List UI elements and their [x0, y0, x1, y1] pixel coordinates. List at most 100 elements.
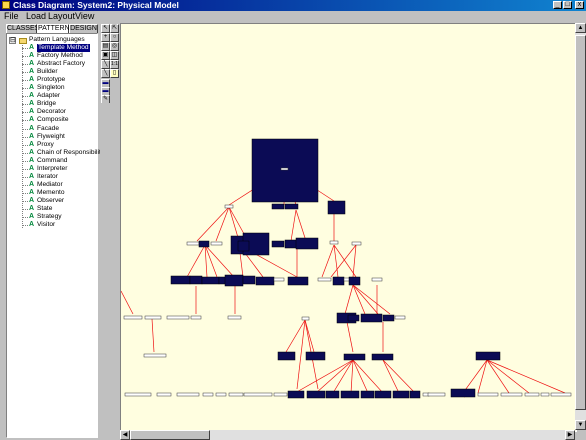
select-icon[interactable]: ⇱	[110, 24, 119, 33]
tab-design[interactable]: DESIGN	[69, 24, 98, 33]
class-node	[273, 277, 285, 282]
horizontal-scroll-thumb[interactable]	[130, 430, 210, 440]
tree-item-label: Builder	[37, 68, 58, 76]
tree-item-label: Visitor	[37, 221, 56, 229]
tab-classes[interactable]: CLASSES	[6, 24, 39, 33]
class-node	[287, 276, 309, 286]
package-icon[interactable]: ◫	[110, 51, 119, 60]
pattern-icon: A	[29, 68, 35, 76]
line-icon[interactable]: ╲	[101, 60, 110, 69]
tree-item-label: Abstract Factory	[37, 60, 86, 68]
class-node	[475, 351, 501, 361]
edge	[486, 359, 566, 394]
edge	[382, 359, 400, 394]
tree-item-label: Proxy	[37, 140, 54, 148]
edge	[315, 359, 354, 394]
class-node	[550, 392, 572, 397]
fit-icon[interactable]: ▤	[101, 42, 110, 51]
window-title: Class Diagram: System2: Physical Model	[13, 0, 179, 10]
class-node	[190, 315, 202, 320]
title-bar: Class Diagram: System2: Physical Model _…	[0, 0, 586, 11]
class-icon[interactable]: ▣	[101, 51, 110, 60]
tree-item-label: Interpreter	[37, 164, 68, 172]
scroll-down-icon[interactable]: ▼	[575, 420, 586, 430]
minimize-button[interactable]: _	[553, 1, 562, 9]
zoom-in-icon[interactable]: +	[101, 33, 110, 42]
class-node	[305, 351, 326, 361]
tree-guide-line	[22, 168, 28, 170]
pattern-icon: A	[29, 100, 35, 108]
maximize-button[interactable]: □	[563, 1, 572, 9]
class-node	[224, 204, 234, 209]
tree-guide-line	[22, 152, 28, 154]
class-node	[427, 392, 446, 397]
diagram-nodes[interactable]	[123, 138, 501, 399]
class-node	[329, 240, 339, 245]
class-node	[156, 392, 172, 397]
pattern-tree[interactable]: ⊟ Pattern Languages A Template Method A Fac…	[6, 33, 104, 438]
menu-load[interactable]: Load	[26, 11, 46, 22]
tree-guide-line	[22, 88, 28, 90]
tree-item-label: Bridge	[37, 100, 57, 108]
horizontal-scrollbar[interactable]: ◀ ▶	[120, 430, 575, 440]
vertical-scrollbar[interactable]: ▲ ▼	[575, 23, 586, 430]
edge	[486, 359, 530, 394]
pattern-icon: A	[29, 172, 35, 180]
zoom-reset-icon[interactable]: ◎	[110, 42, 119, 51]
tree-guide-line	[22, 176, 28, 178]
edge	[290, 209, 297, 242]
edge	[296, 319, 306, 390]
note-icon[interactable]: ▯	[110, 69, 119, 78]
tree-item-label: Command	[37, 156, 68, 164]
pattern-icon: A	[29, 221, 35, 229]
tree-item-label: Adapter	[37, 92, 61, 100]
edge	[295, 209, 307, 242]
scroll-left-icon[interactable]: ◀	[120, 430, 130, 440]
tab-pattern[interactable]: PATTERN	[37, 24, 70, 33]
line-icon[interactable]: ╲	[101, 69, 110, 78]
edge	[346, 321, 354, 353]
tree-guide-line	[22, 48, 28, 49]
app-icon	[2, 1, 10, 9]
vertical-scroll-thumb[interactable]	[575, 35, 586, 410]
tree-guide-line	[22, 184, 28, 186]
pattern-icon: A	[29, 92, 35, 100]
tree-item-label: Strategy	[37, 213, 62, 221]
class-node	[189, 275, 203, 285]
pattern-icon: A	[29, 156, 35, 164]
edge	[352, 359, 369, 394]
class-node	[277, 351, 296, 361]
collapse-icon[interactable]: ⊟	[9, 37, 16, 44]
folder-icon	[19, 38, 27, 44]
edge	[344, 284, 354, 315]
zoom-ratio-button[interactable]: 1:1	[110, 60, 119, 69]
tree-guide-line	[22, 128, 28, 130]
zoom-out-icon[interactable]: ○	[110, 33, 119, 42]
menu-file[interactable]: File	[4, 11, 19, 22]
pattern-icon: A	[29, 52, 35, 60]
class-node	[392, 390, 410, 399]
tree-item-label: State	[37, 205, 53, 212]
class-node	[170, 275, 191, 285]
edge	[294, 359, 354, 394]
tree-guide-line	[22, 217, 28, 219]
class-node	[450, 388, 476, 398]
edge	[462, 359, 488, 394]
tree-item-label: Memento	[37, 188, 65, 196]
scroll-right-icon[interactable]: ▶	[565, 430, 575, 440]
edge	[121, 290, 134, 315]
class-node	[242, 275, 256, 285]
edge	[352, 359, 384, 394]
tree-item-label: Template Method	[37, 44, 90, 52]
close-button[interactable]: x	[575, 1, 584, 9]
class-diagram[interactable]	[121, 24, 576, 431]
pointer-icon[interactable]: ↖	[101, 24, 110, 33]
scroll-up-icon[interactable]: ▲	[575, 23, 586, 33]
menu-view[interactable]: View	[75, 11, 94, 22]
class-node	[524, 392, 540, 397]
diagram-canvas[interactable]	[120, 23, 577, 432]
class-node	[284, 203, 299, 210]
menu-layout[interactable]: Layout	[48, 11, 75, 22]
tree-guide-line	[22, 64, 28, 66]
tree-item-label: Decorator	[37, 108, 66, 116]
